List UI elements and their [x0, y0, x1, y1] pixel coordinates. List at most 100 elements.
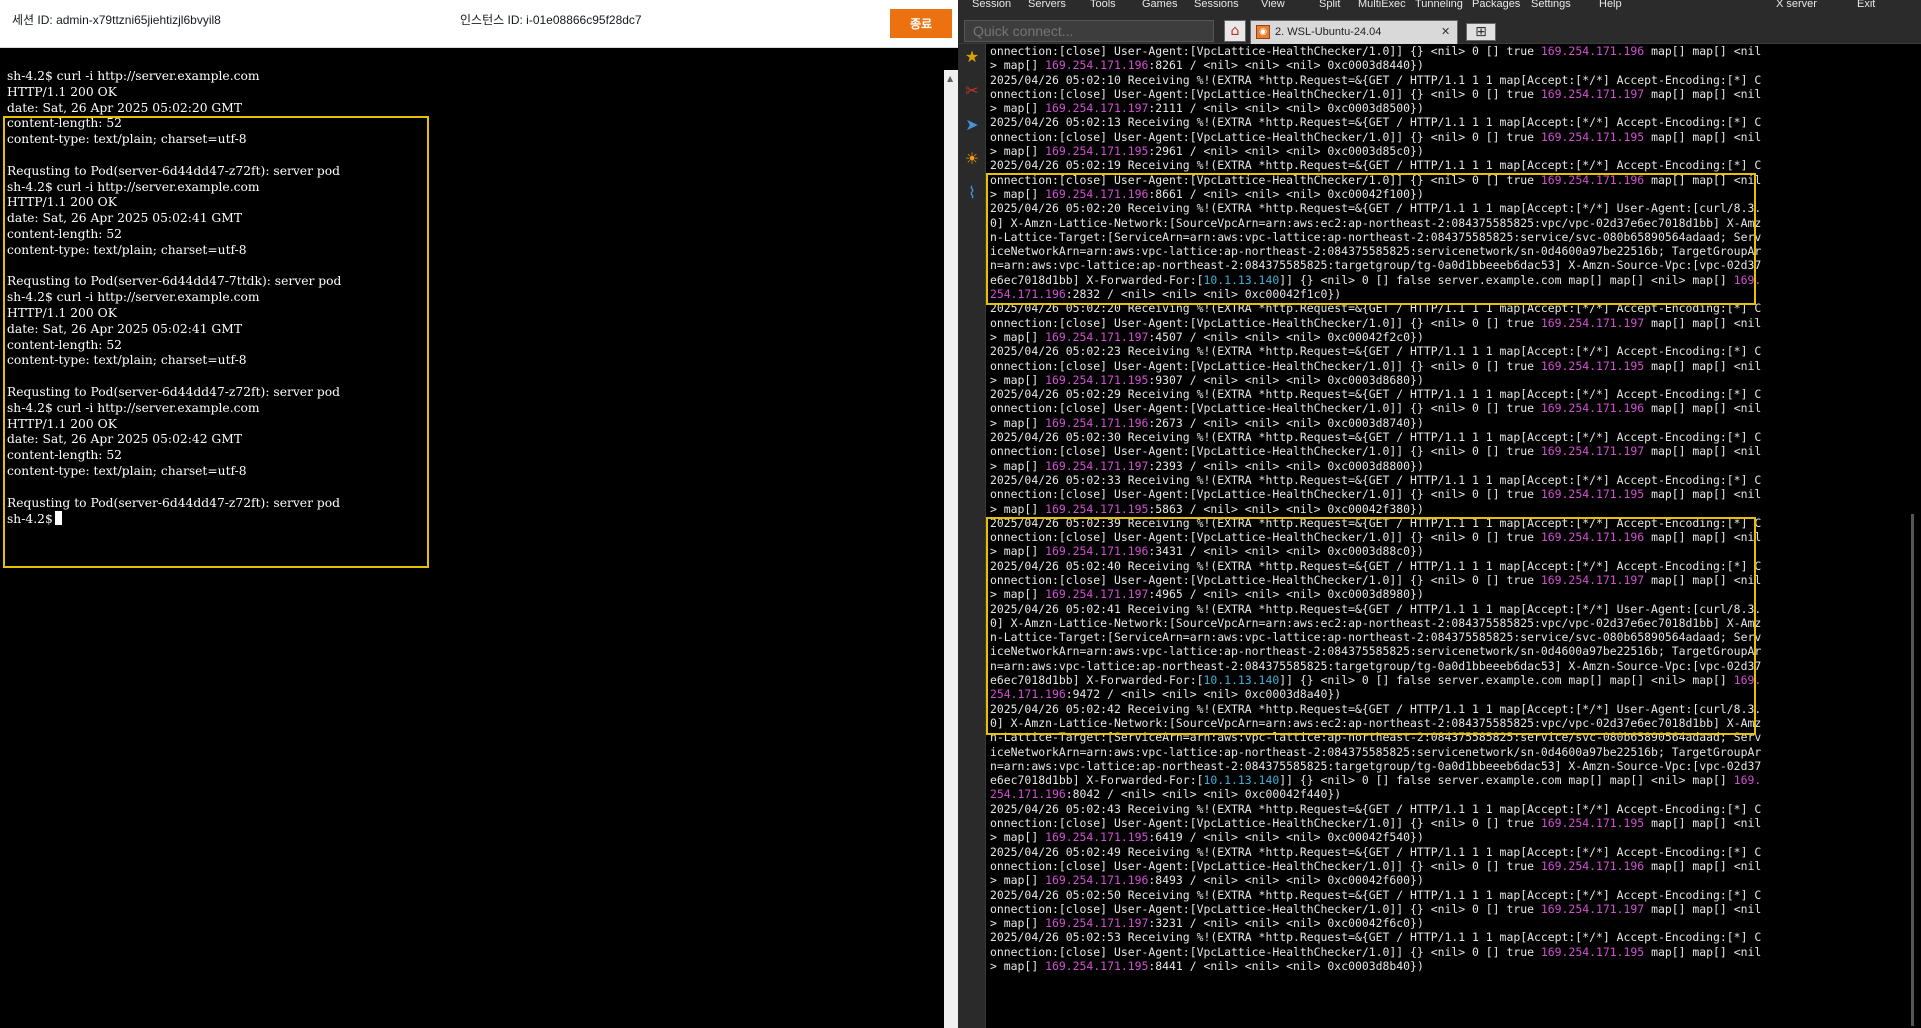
- session-terminal[interactable]: sh-4.2$ curl -i http://server.example.co…: [0, 48, 958, 1028]
- log-text: 2025/04/26 05:02:13 Receiving %!(EXTRA *…: [990, 115, 1762, 130]
- log-line: onnection:[close] User-Agent:[VpcLattice…: [990, 487, 1761, 501]
- menu-settings[interactable]: Settings: [1531, 0, 1571, 10]
- ip-address: 169.254.171.196: [1045, 58, 1149, 73]
- log-line: 2025/04/26 05:02:23 Receiving %!(EXTRA *…: [990, 344, 1761, 358]
- log-text: > map[]: [990, 458, 1046, 473]
- menu-split[interactable]: Split: [1319, 0, 1340, 10]
- log-text: :2393 / <nil> <nil> <nil> 0xc0003d8800}): [1148, 458, 1424, 473]
- log-line: 2025/04/26 05:02:49 Receiving %!(EXTRA *…: [990, 845, 1761, 859]
- menu-xserver[interactable]: X server: [1776, 0, 1817, 10]
- log-text: 2025/04/26 05:02:49 Receiving %!(EXTRA *…: [990, 844, 1762, 859]
- log-text: map[] map[] <nil: [1644, 86, 1762, 101]
- home-tab[interactable]: ⌂: [1224, 20, 1246, 42]
- menu-servers[interactable]: Servers: [1028, 0, 1066, 10]
- star-icon[interactable]: ★: [963, 48, 981, 66]
- plus-icon: ⊞: [1475, 24, 1487, 40]
- log-line: iceNetworkArn=arn:aws:vpc-lattice:ap-nor…: [990, 745, 1761, 759]
- log-line: onnection:[close] User-Agent:[VpcLattice…: [990, 359, 1761, 373]
- log-text: onnection:[close] User-Agent:[VpcLattice…: [990, 816, 1541, 831]
- log-line: 254.171.196:8042 / <nil> <nil> <nil> 0xc…: [990, 787, 1761, 801]
- mobaxterm-window: Session Servers Tools Games Sessions Vie…: [958, 0, 1921, 1028]
- ip-address: 169.254.171.197: [1540, 315, 1645, 330]
- tab-wsl-ubuntu[interactable]: ◉ 2. WSL-Ubuntu-24.04 ✕: [1250, 20, 1458, 44]
- quick-connect-input[interactable]: [964, 20, 1214, 42]
- mobaxterm-terminal[interactable]: onnection:[close] User-Agent:[VpcLattice…: [986, 44, 1921, 1028]
- log-text: 2025/04/26 05:02:50 Receiving %!(EXTRA *…: [990, 887, 1762, 902]
- sun-icon[interactable]: ☀: [963, 150, 981, 168]
- log-line: 2025/04/26 05:02:29 Receiving %!(EXTRA *…: [990, 387, 1761, 401]
- log-text: map[] map[] <nil: [1644, 944, 1762, 959]
- close-icon[interactable]: ✕: [1441, 25, 1450, 38]
- menu-games[interactable]: Games: [1142, 0, 1177, 10]
- ip-address: 254.171.196: [990, 787, 1066, 802]
- ip-address: 169.254.171.195: [1540, 358, 1645, 373]
- menu-sessions[interactable]: Sessions: [1194, 0, 1239, 10]
- menu-tools[interactable]: Tools: [1090, 0, 1116, 10]
- log-text: onnection:[close] User-Agent:[VpcLattice…: [990, 901, 1541, 916]
- session-header: 세션 ID: admin-x79ttzni65jiehtizjl6bvyil8 …: [0, 0, 958, 48]
- menu-view[interactable]: View: [1261, 0, 1285, 10]
- ip-address: 169.254.171.196: [1045, 415, 1149, 430]
- ip-address: 169.254.171.197: [1045, 329, 1149, 344]
- log-text: > map[]: [990, 501, 1046, 516]
- scroll-thumb[interactable]: [1911, 514, 1914, 1026]
- log-line: onnection:[close] User-Agent:[VpcLattice…: [990, 316, 1761, 330]
- log-text: > map[]: [990, 916, 1046, 931]
- menu-session[interactable]: Session: [972, 0, 1011, 10]
- log-text: map[] map[] <nil: [1644, 901, 1762, 916]
- ip-address: 169.: [1733, 773, 1762, 788]
- log-text: n=arn:aws:vpc-lattice:ap-northeast-2:084…: [990, 758, 1762, 773]
- log-text: onnection:[close] User-Agent:[VpcLattice…: [990, 444, 1541, 459]
- log-line: 2025/04/26 05:02:10 Receiving %!(EXTRA *…: [990, 73, 1761, 87]
- log-line: onnection:[close] User-Agent:[VpcLattice…: [990, 87, 1761, 101]
- log-line: onnection:[close] User-Agent:[VpcLattice…: [990, 816, 1761, 830]
- side-toolbar: ★ ✂ ➤ ☀ ⌇: [958, 44, 986, 1028]
- terminal-scrollbar[interactable]: ▲: [944, 70, 958, 1028]
- log-text: map[] map[] <nil: [1644, 401, 1762, 416]
- log-line: > map[] 169.254.171.197:2393 / <nil> <ni…: [990, 459, 1761, 473]
- tools-icon[interactable]: ✂: [963, 82, 981, 100]
- log-text: 2025/04/26 05:02:29 Receiving %!(EXTRA *…: [990, 387, 1762, 402]
- log-text: :2111 / <nil> <nil> <nil> 0xc0003d8500}): [1148, 101, 1424, 116]
- terminate-button[interactable]: 종료: [890, 9, 952, 38]
- log-text: 2025/04/26 05:02:30 Receiving %!(EXTRA *…: [990, 430, 1762, 445]
- menu-tunneling[interactable]: Tunneling: [1415, 0, 1463, 10]
- aws-session-window: 세션 ID: admin-x79ttzni65jiehtizjl6bvyil8 …: [0, 0, 958, 1028]
- ubuntu-tab-icon: ◉: [1256, 25, 1270, 39]
- log-line: > map[] 169.254.171.195:8441 / <nil> <ni…: [990, 959, 1761, 973]
- log-text: :8493 / <nil> <nil> <nil> 0xc00042f600}): [1148, 873, 1424, 888]
- menu-multiexec[interactable]: MultiExec: [1358, 0, 1406, 10]
- log-line: 2025/04/26 05:02:30 Receiving %!(EXTRA *…: [990, 430, 1761, 444]
- log-text: :8441 / <nil> <nil> <nil> 0xc0003d8b40}): [1148, 959, 1424, 973]
- log-text: :2673 / <nil> <nil> <nil> 0xc0003d8740}): [1148, 415, 1424, 430]
- terminal-scrollbar[interactable]: [1905, 44, 1921, 1028]
- log-text: > map[]: [990, 415, 1046, 430]
- log-line: > map[] 169.254.171.196:8493 / <nil> <ni…: [990, 873, 1761, 887]
- ip-address: 169.254.171.195: [1540, 487, 1645, 502]
- menu-packages[interactable]: Packages: [1472, 0, 1520, 10]
- log-line: > map[] 169.254.171.197:2111 / <nil> <ni…: [990, 101, 1761, 115]
- menu-exit[interactable]: Exit: [1857, 0, 1875, 10]
- session-id: 세션 ID: admin-x79ttzni65jiehtizjl6bvyil8: [12, 13, 221, 27]
- menu-help[interactable]: Help: [1599, 0, 1622, 10]
- log-text: :3231 / <nil> <nil> <nil> 0xc00042f6c0}): [1148, 916, 1424, 931]
- send-icon[interactable]: ➤: [963, 116, 981, 134]
- ip-address: 169.254.171.197: [1540, 444, 1645, 459]
- log-line: > map[] 169.254.171.197:3231 / <nil> <ni…: [990, 916, 1761, 930]
- forwarded-ip: 10.1.13.140: [1203, 773, 1280, 788]
- log-text: ]] {} <nil> 0 [] false server.example.co…: [1279, 773, 1734, 788]
- log-text: onnection:[close] User-Agent:[VpcLattice…: [990, 358, 1541, 373]
- scroll-up-icon[interactable]: ▲: [947, 74, 953, 83]
- instance-id: 인스턴스 ID: i-01e08866c95f28dc7: [460, 13, 642, 27]
- log-text: > map[]: [990, 959, 1046, 973]
- new-tab-button[interactable]: ⊞: [1466, 23, 1496, 41]
- log-text: 2025/04/26 05:02:43 Receiving %!(EXTRA *…: [990, 801, 1762, 816]
- log-line: > map[] 169.254.171.195:2961 / <nil> <ni…: [990, 144, 1761, 158]
- menu-bar: Session Servers Tools Games Sessions Vie…: [958, 0, 1921, 14]
- home-icon: ⌂: [1230, 23, 1240, 39]
- log-line: 2025/04/26 05:02:33 Receiving %!(EXTRA *…: [990, 473, 1761, 487]
- attach-icon[interactable]: ⌇: [963, 184, 981, 202]
- log-text: > map[]: [990, 144, 1046, 159]
- log-text: :8261 / <nil> <nil> <nil> 0xc0003d8440}): [1148, 58, 1424, 73]
- terminal-line: HTTP/1.1 200 OK: [7, 84, 117, 99]
